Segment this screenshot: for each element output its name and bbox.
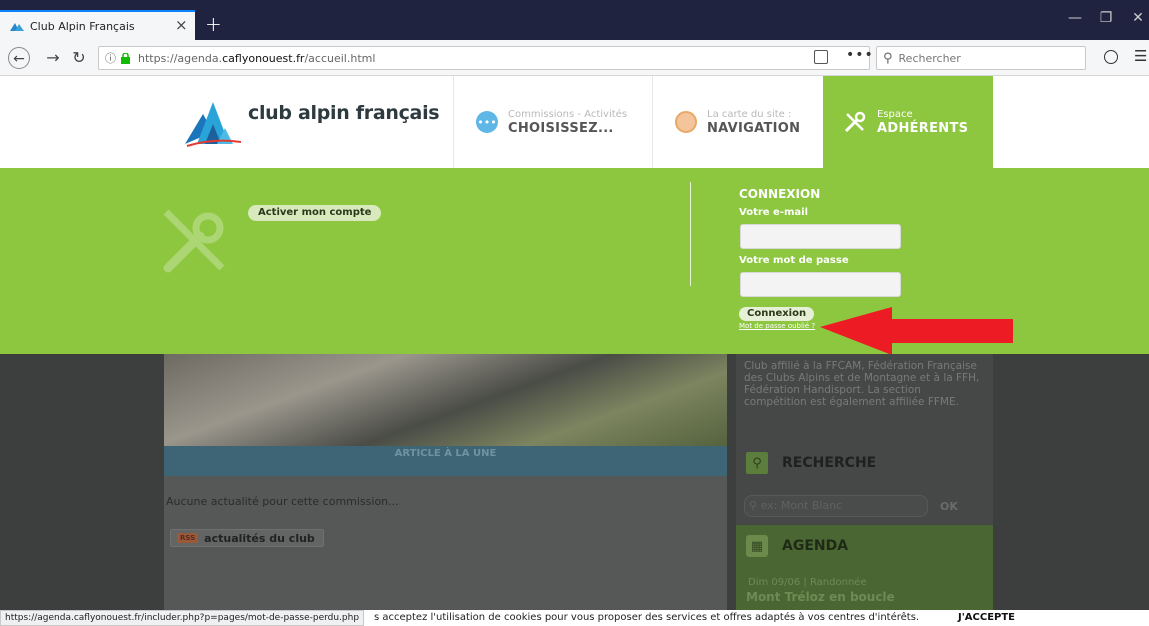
- password-label: Votre mot de passe: [739, 255, 849, 266]
- lock-icon: [121, 52, 130, 64]
- new-tab-button[interactable]: +: [205, 12, 222, 36]
- password-field[interactable]: [740, 272, 901, 297]
- compass-icon: [675, 111, 697, 133]
- nav-adherents-subtitle: Espace: [877, 108, 913, 120]
- site-search-ok-button[interactable]: OK: [940, 500, 958, 513]
- affiliation-text: Club affilié à la FFCAM, Fédération Fran…: [744, 360, 980, 408]
- page-actions-icon[interactable]: •••: [846, 47, 874, 63]
- tab-title: Club Alpin Français: [30, 19, 135, 33]
- tab-close-icon[interactable]: ×: [175, 16, 188, 34]
- site-search-placeholder: ex: Mont Blanc: [760, 499, 843, 512]
- club-news-label: actualités du club: [204, 531, 315, 545]
- featured-article-band[interactable]: ARTICLE À LA UNE: [164, 446, 727, 476]
- nav-adherents[interactable]: Espace ADHÉRENTS: [823, 76, 993, 168]
- nav-commissions[interactable]: ••• Commissions - Activités CHOISISSEZ..…: [453, 76, 652, 168]
- reload-icon[interactable]: ↻: [68, 47, 90, 69]
- window-minimize-button[interactable]: —: [1065, 10, 1085, 30]
- reader-view-icon[interactable]: [814, 50, 828, 64]
- back-arrow-icon[interactable]: ←: [8, 47, 30, 69]
- nav-navigation[interactable]: La carte du site : NAVIGATION: [652, 76, 823, 168]
- site-info-icon[interactable]: ⓘ: [105, 50, 116, 66]
- search-icon: ⚲: [883, 50, 893, 66]
- browser-search-input[interactable]: ⚲ Rechercher: [876, 46, 1086, 70]
- nav-navigation-title: NAVIGATION: [707, 120, 801, 136]
- search-icon: ⚲: [746, 452, 768, 474]
- no-news-text: Aucune actualité pour cette commission..…: [166, 495, 399, 508]
- window-maximize-button[interactable]: ❐: [1096, 10, 1116, 30]
- cookie-text: s acceptez l'utilisation de cookies pour…: [374, 612, 920, 623]
- red-arrow-annotation: [820, 307, 1013, 355]
- site-favicon-icon: [10, 23, 24, 31]
- nav-navigation-subtitle: La carte du site :: [707, 108, 792, 120]
- email-field[interactable]: [740, 224, 901, 249]
- url-prefix: https://agenda.: [138, 51, 223, 65]
- login-button[interactable]: Connexion: [739, 307, 815, 321]
- hamburger-menu-icon[interactable]: ☰: [1134, 47, 1147, 65]
- activate-account-button[interactable]: Activer mon compte: [248, 205, 382, 221]
- agenda-category: Randonnée: [809, 577, 867, 588]
- forgot-password-link[interactable]: Mot de passe oublié ?: [739, 322, 815, 330]
- email-label: Votre e-mail: [739, 207, 808, 218]
- rss-badge: RSS: [177, 533, 199, 543]
- panel-divider: [690, 182, 691, 286]
- login-title: CONNEXION: [739, 187, 821, 201]
- nav-commissions-title: CHOISISSEZ...: [508, 120, 614, 136]
- status-url: https://agenda.caflyonouest.fr/includer.…: [0, 610, 365, 626]
- agenda-date: Dim 09/06: [748, 577, 801, 588]
- account-icon[interactable]: [1104, 50, 1118, 64]
- tools-icon: [844, 111, 866, 133]
- url-host: caflyonouest.fr: [222, 51, 305, 65]
- club-logo-icon[interactable]: [183, 88, 243, 150]
- forward-arrow-icon[interactable]: →: [42, 47, 64, 69]
- window-close-button[interactable]: ✕: [1128, 10, 1148, 30]
- url-bar[interactable]: ⓘ https://agenda. caflyonouest.fr/accueil…: [98, 46, 870, 70]
- tools-icon: [163, 209, 225, 273]
- site-search-input[interactable]: ⚲ ex: Mont Blanc: [744, 495, 928, 517]
- club-news-link[interactable]: RSS actualités du club: [170, 529, 324, 547]
- nav-commissions-subtitle: Commissions - Activités: [508, 108, 628, 120]
- search-section-title: RECHERCHE: [782, 455, 877, 471]
- agenda-title: AGENDA: [782, 538, 849, 554]
- browser-tab[interactable]: Club Alpin Français: [0, 10, 195, 40]
- calendar-icon: ▦: [746, 535, 768, 557]
- chat-bubble-icon: •••: [476, 111, 498, 133]
- search-section-header: ⚲ RECHERCHE: [746, 452, 876, 474]
- search-placeholder: Rechercher: [898, 51, 961, 65]
- brand-name[interactable]: club alpin français: [248, 102, 440, 124]
- page-margin: [993, 354, 1149, 610]
- agenda-header: ▦ AGENDA: [746, 535, 848, 557]
- cookie-accept-button[interactable]: J'ACCEPTE: [958, 612, 1015, 623]
- nav-adherents-title: ADHÉRENTS: [877, 120, 969, 136]
- agenda-event-meta: Dim 09/06 | Randonnée: [748, 577, 867, 588]
- agenda-event-link[interactable]: Mont Tréloz en boucle: [746, 590, 895, 604]
- url-path: /accueil.html: [304, 51, 376, 65]
- featured-article-image[interactable]: [164, 354, 727, 446]
